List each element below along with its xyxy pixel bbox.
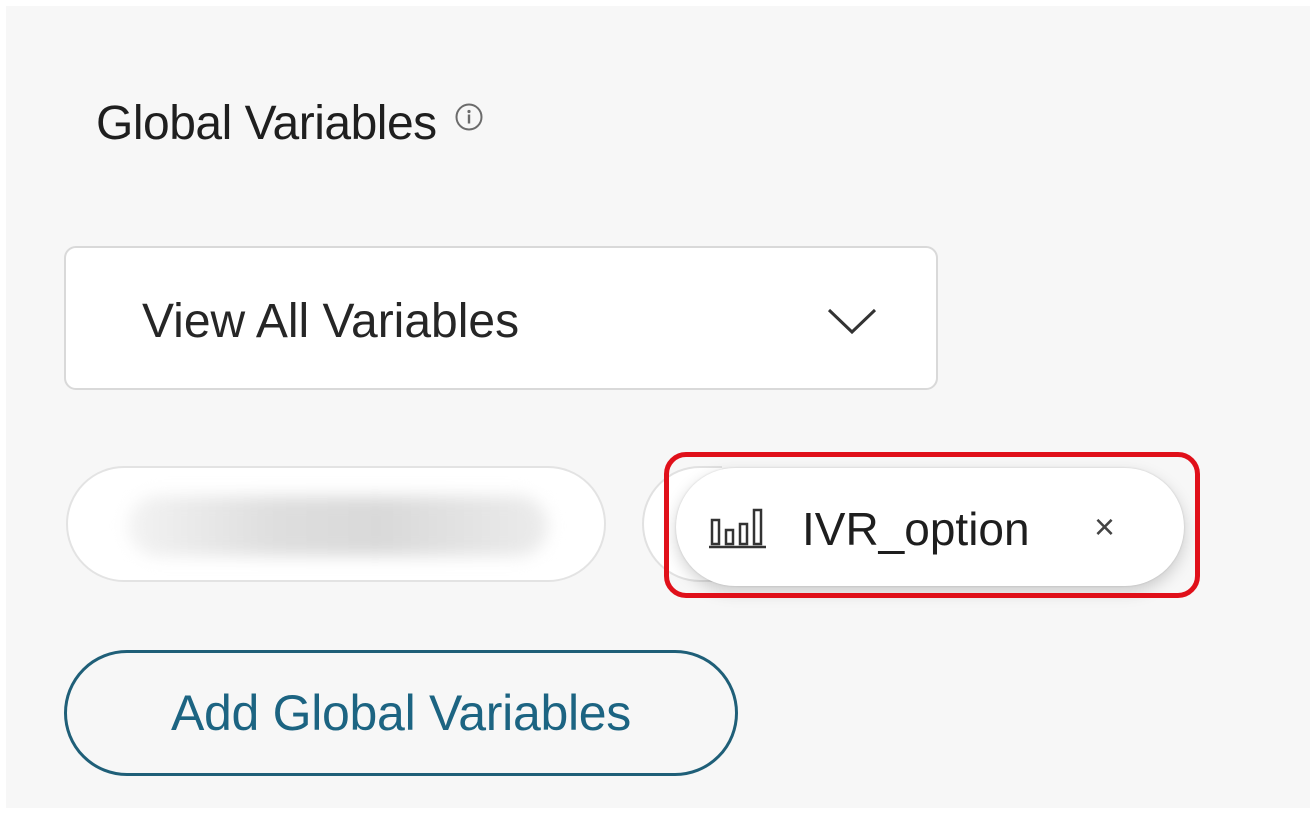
global-variables-panel: Global Variables View All Variables IVR_… (6, 6, 1310, 808)
section-header: Global Variables (96, 96, 487, 151)
add-button-label: Add Global Variables (170, 685, 632, 741)
chip-label: IVR_option (802, 503, 1030, 555)
add-global-variables-button[interactable]: Add Global Variables (64, 650, 738, 776)
variable-chip-redacted[interactable] (66, 466, 606, 582)
info-circle-icon[interactable] (451, 99, 487, 135)
bar-chart-icon (709, 508, 766, 549)
view-variables-dropdown[interactable]: View All Variables (64, 246, 938, 390)
dropdown-selected-value: View All Variables (142, 295, 520, 348)
redacted-content (128, 496, 548, 556)
section-title: Global Variables (96, 97, 437, 150)
variable-chip-ivr-option[interactable]: IVR_option × (676, 468, 1184, 586)
remove-chip-close-icon[interactable]: × (1094, 506, 1115, 548)
chevron-down-icon (827, 308, 877, 335)
